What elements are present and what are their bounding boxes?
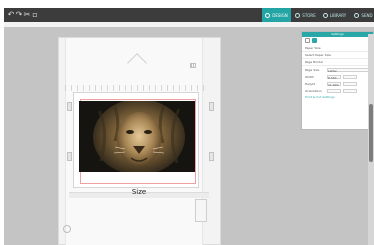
orientation-select[interactable]	[327, 88, 341, 93]
field-label: Height	[305, 81, 315, 86]
nav-tabs: DESIGN STORE LIBRARY SEND	[262, 8, 374, 22]
registration-mark-icon	[190, 63, 196, 68]
width-field: Width 8.500	[302, 73, 373, 80]
field-label: Orientation	[305, 88, 322, 93]
panel-row[interactable]: Select Paper Size	[302, 52, 373, 59]
library-icon	[322, 12, 328, 18]
mat-load-circle-icon	[63, 225, 71, 233]
send-icon	[354, 12, 360, 18]
tab-library[interactable]: LIBRARY	[320, 8, 349, 22]
orientation-field: Orientation	[302, 87, 373, 94]
panel-icon[interactable]: ▫	[31, 11, 39, 19]
tab-label: STORE	[302, 12, 316, 18]
lion-illustration	[79, 101, 195, 172]
field-label: Page Size	[305, 67, 320, 72]
tab-label: SEND	[361, 12, 373, 18]
settings-icon[interactable]	[305, 38, 310, 43]
height-unit[interactable]	[343, 81, 357, 86]
page-setup-panel: Settings Paper Size Select Paper Size Pa…	[301, 31, 374, 130]
field-label: Width	[305, 74, 314, 79]
undo-icon[interactable]: ↶	[7, 11, 15, 19]
screenshot-frame: ↶ ↷ ✂ ▫ DESIGN STORE LIBRARY SEND Size S…	[0, 0, 374, 245]
page-size-select[interactable]: Letter	[327, 67, 370, 73]
lion-image[interactable]	[79, 101, 195, 172]
cut-icon[interactable]: ✂	[23, 11, 31, 19]
panel-tab-icons	[302, 37, 373, 45]
page-icon[interactable]	[312, 38, 317, 43]
top-toolbar: ↶ ↷ ✂ ▫ DESIGN STORE LIBRARY SEND	[4, 8, 374, 22]
panel-row: Paper Size	[302, 45, 373, 52]
tab-design[interactable]: DESIGN	[262, 8, 291, 22]
design-icon	[265, 12, 271, 18]
width-input[interactable]: 8.500	[327, 74, 341, 80]
size-label: Size	[131, 188, 147, 196]
tab-send[interactable]: SEND	[349, 8, 374, 22]
resize-handle-right-top[interactable]	[209, 102, 214, 111]
print-cut-settings-link[interactable]: Print & Cut Settings	[302, 94, 373, 100]
panel-row: Page Border	[302, 59, 373, 66]
app-window: ↶ ↷ ✂ ▫ DESIGN STORE LIBRARY SEND Size S…	[4, 8, 374, 245]
cutting-mat[interactable]: Size	[58, 37, 221, 245]
mat-bottom-box	[195, 199, 207, 222]
resize-handle-left-top[interactable]	[67, 102, 72, 111]
chevron-up-icon	[127, 53, 147, 73]
height-input[interactable]: 11.000	[327, 81, 341, 87]
resize-handle-left-bottom[interactable]	[67, 152, 72, 161]
page-size-field: Page Size Letter	[302, 66, 373, 73]
scrollbar-thumb[interactable]	[369, 104, 373, 162]
tab-store[interactable]: STORE	[291, 8, 320, 22]
redo-icon[interactable]: ↷	[15, 11, 23, 19]
tab-label: LIBRARY	[329, 12, 347, 18]
resize-handle-right-bottom[interactable]	[209, 152, 214, 161]
tab-label: DESIGN	[272, 12, 288, 18]
width-unit[interactable]	[343, 74, 357, 79]
height-field: Height 11.000	[302, 80, 373, 87]
orientation-option[interactable]	[343, 88, 357, 93]
store-icon	[295, 12, 301, 18]
secondary-toolbar	[4, 22, 374, 27]
ruler-top	[65, 85, 209, 91]
